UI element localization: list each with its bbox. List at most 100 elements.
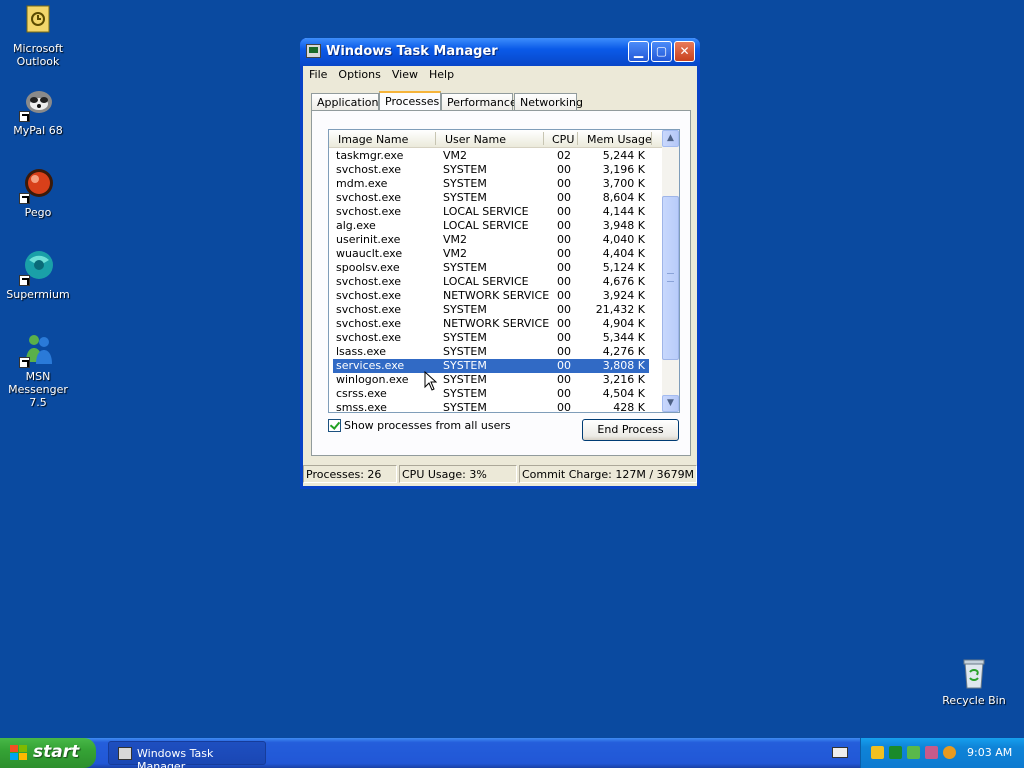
process-list-header: Image Name User Name CPU Mem Usage <box>329 130 663 148</box>
scroll-down-button[interactable]: ▼ <box>662 395 679 412</box>
process-name: smss.exe <box>336 401 387 413</box>
scroll-up-button[interactable]: ▲ <box>662 130 679 147</box>
taskbar-button-task-manager[interactable]: Windows Task Manager <box>108 741 266 768</box>
process-row[interactable]: svchost.exe SYSTEM 00 21,432 K <box>329 303 663 317</box>
menu-help[interactable]: Help <box>423 66 459 81</box>
process-row[interactable]: svchost.exe LOCAL SERVICE 00 4,676 K <box>329 275 663 289</box>
search-icon[interactable] <box>943 746 956 759</box>
process-row[interactable]: lsass.exe SYSTEM 00 4,276 K <box>329 345 663 359</box>
process-row[interactable]: mdm.exe SYSTEM 00 3,700 K <box>329 177 663 191</box>
process-cpu: 00 <box>557 275 571 288</box>
end-process-button[interactable]: End Process <box>582 419 679 441</box>
shortcut-arrow-icon <box>19 193 30 204</box>
tab-networking[interactable]: Networking <box>514 93 583 111</box>
process-row[interactable]: wuauclt.exe VM2 00 4,404 K <box>329 247 663 261</box>
process-row[interactable]: services.exe SYSTEM 00 3,808 K <box>333 359 649 373</box>
start-button[interactable]: start <box>0 738 96 768</box>
outlook-icon <box>21 4 55 38</box>
process-row[interactable]: svchost.exe NETWORK SERVICE 00 4,904 K <box>329 317 663 331</box>
process-mem: 5,344 K <box>602 331 645 344</box>
desktop-icon-label: MSN Messenger 7.5 <box>8 370 68 409</box>
process-row[interactable]: spoolsv.exe SYSTEM 00 5,124 K <box>329 261 663 275</box>
process-user: LOCAL SERVICE <box>443 219 529 232</box>
process-row[interactable]: csrss.exe SYSTEM 00 4,504 K <box>329 387 663 401</box>
process-row[interactable]: svchost.exe SYSTEM 00 5,344 K <box>329 331 663 345</box>
desktop-icon-label: Supermium <box>6 288 70 301</box>
process-cpu: 00 <box>557 303 571 316</box>
desktop-icon-msn-messenger[interactable]: MSN Messenger 7.5 <box>0 332 76 409</box>
process-row[interactable]: smss.exe SYSTEM 00 428 K <box>329 401 663 413</box>
process-mem: 3,700 K <box>602 177 645 190</box>
status-green-icon[interactable] <box>889 746 902 759</box>
pego-icon <box>19 168 55 204</box>
column-user-name[interactable]: User Name <box>445 133 506 146</box>
process-user: SYSTEM <box>443 303 487 316</box>
network-icon[interactable] <box>907 746 920 759</box>
process-row[interactable]: winlogon.exe SYSTEM 00 3,216 K <box>329 373 663 387</box>
maximize-button[interactable]: ▢ <box>651 41 672 62</box>
column-mem-usage[interactable]: Mem Usage <box>587 133 652 146</box>
desktop-icon-pego[interactable]: Pego <box>0 168 76 219</box>
process-row[interactable]: alg.exe LOCAL SERVICE 00 3,948 K <box>329 219 663 233</box>
mypal-icon <box>19 86 55 122</box>
process-mem: 4,404 K <box>602 247 645 260</box>
close-button[interactable]: ✕ <box>674 41 695 62</box>
column-image-name[interactable]: Image Name <box>338 133 408 146</box>
process-row[interactable]: taskmgr.exe VM2 02 5,244 K <box>329 149 663 163</box>
show-all-processes-label: Show processes from all users <box>344 419 511 432</box>
process-row[interactable]: svchost.exe NETWORK SERVICE 00 3,924 K <box>329 289 663 303</box>
desktop-icon-outlook[interactable]: Microsoft Outlook <box>0 4 76 68</box>
checkbox-checked-icon[interactable] <box>328 419 341 432</box>
keyboard-icon[interactable] <box>832 747 848 758</box>
taskbar-button-label: Windows Task Manager <box>137 747 214 768</box>
security-shield-icon[interactable] <box>871 746 884 759</box>
process-name: svchost.exe <box>336 331 402 344</box>
process-name: userinit.exe <box>336 233 401 246</box>
process-name: lsass.exe <box>336 345 386 358</box>
tab-processes[interactable]: Processes <box>379 91 441 112</box>
process-name: taskmgr.exe <box>336 149 404 162</box>
desktop-icon-supermium[interactable]: Supermium <box>0 250 76 301</box>
process-row[interactable]: svchost.exe LOCAL SERVICE 00 4,144 K <box>329 205 663 219</box>
desktop-icon-recycle-bin[interactable]: Recycle Bin <box>938 656 1010 707</box>
vertical-scrollbar[interactable]: ▲ ▼ <box>662 130 679 412</box>
clock[interactable]: 9:03 AM <box>967 746 1012 759</box>
process-user: SYSTEM <box>443 261 487 274</box>
shortcut-arrow-icon <box>19 275 30 286</box>
process-user: SYSTEM <box>443 359 487 372</box>
task-manager-window[interactable]: Windows Task Manager ▁ ▢ ✕ File Options Vi… <box>300 38 700 489</box>
minimize-button[interactable]: ▁ <box>628 41 649 62</box>
tray-app-icon[interactable] <box>925 746 938 759</box>
desktop-icon-mypal[interactable]: MyPal 68 <box>0 86 76 137</box>
process-user: SYSTEM <box>443 163 487 176</box>
show-all-processes-checkbox[interactable]: Show processes from all users <box>328 419 511 432</box>
process-user: VM2 <box>443 149 468 162</box>
scroll-thumb[interactable] <box>662 196 679 360</box>
process-user: SYSTEM <box>443 331 487 344</box>
process-mem: 4,504 K <box>602 387 645 400</box>
msn-messenger-icon <box>19 332 55 368</box>
process-name: services.exe <box>336 359 405 372</box>
menu-file[interactable]: File <box>303 66 332 81</box>
task-manager-icon <box>306 44 321 58</box>
process-name: svchost.exe <box>336 289 402 302</box>
window-title: Windows Task Manager <box>326 44 498 59</box>
process-user: VM2 <box>443 247 468 260</box>
tab-applications[interactable]: Applications <box>311 93 384 111</box>
process-user: VM2 <box>443 233 468 246</box>
process-row[interactable]: svchost.exe SYSTEM 00 8,604 K <box>329 191 663 205</box>
process-user: SYSTEM <box>443 177 487 190</box>
menu-options[interactable]: Options <box>332 66 385 81</box>
process-mem: 3,948 K <box>602 219 645 232</box>
process-mem: 3,216 K <box>602 373 645 386</box>
menu-view[interactable]: View <box>386 66 423 81</box>
process-list[interactable]: Image Name User Name CPU Mem Usage taskm… <box>328 129 680 413</box>
process-row[interactable]: userinit.exe VM2 00 4,040 K <box>329 233 663 247</box>
process-cpu: 00 <box>557 373 571 386</box>
process-user: SYSTEM <box>443 345 487 358</box>
process-cpu: 00 <box>557 177 571 190</box>
column-cpu[interactable]: CPU <box>552 133 574 146</box>
tab-performance[interactable]: Performance <box>441 93 517 111</box>
window-titlebar[interactable]: Windows Task Manager ▁ ▢ ✕ <box>300 38 700 66</box>
process-row[interactable]: svchost.exe SYSTEM 00 3,196 K <box>329 163 663 177</box>
